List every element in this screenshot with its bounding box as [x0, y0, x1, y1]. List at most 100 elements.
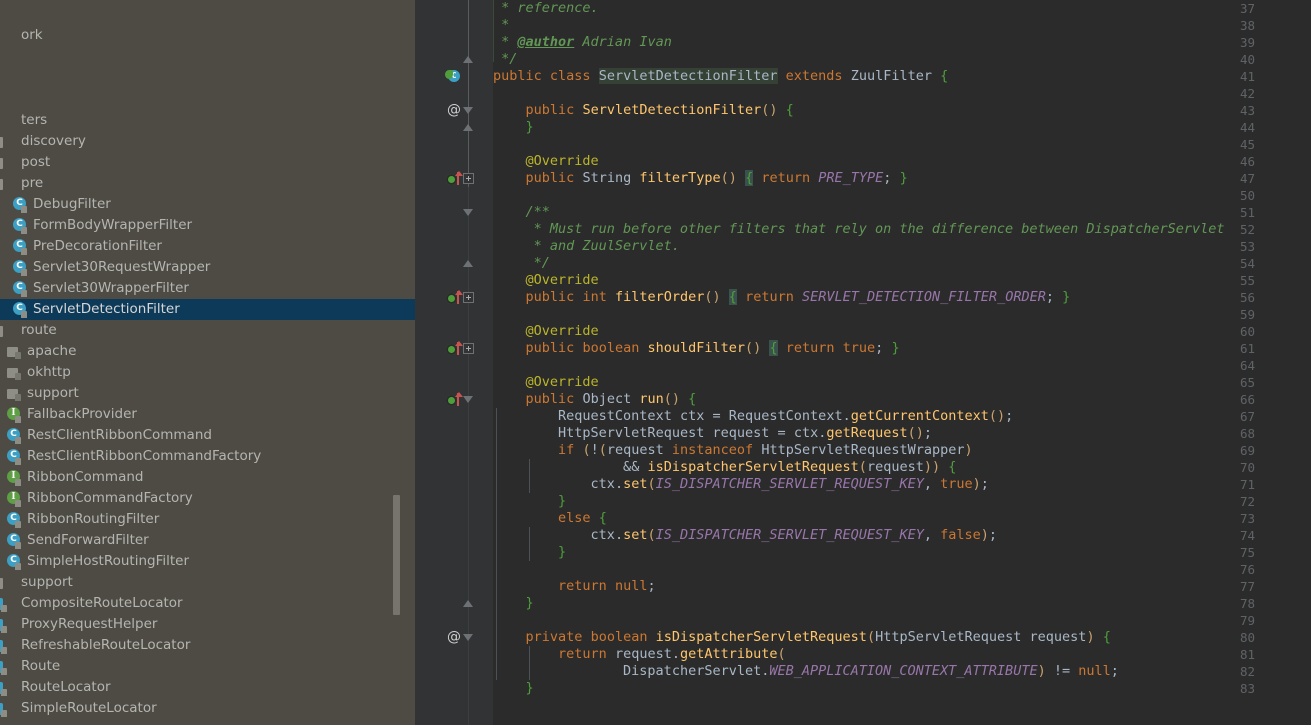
- tree-item[interactable]: DebugFilter: [0, 194, 415, 215]
- class-icon: [12, 259, 28, 276]
- tree-item[interactable]: discovery: [0, 131, 415, 152]
- code-line[interactable]: public Object run() {: [493, 391, 697, 408]
- tree-item[interactable]: pre: [0, 173, 415, 194]
- tree-item-label: ork: [21, 27, 43, 43]
- class-icon: [12, 238, 28, 255]
- tree-item[interactable]: ters: [0, 110, 415, 131]
- tree-item[interactable]: CompositeRouteLocator: [0, 593, 415, 614]
- code-line[interactable]: private boolean isDispatcherServletReque…: [493, 629, 1111, 646]
- class-icon: [6, 511, 22, 528]
- tree-item[interactable]: RibbonCommandFactory: [0, 488, 415, 509]
- tree-item[interactable]: okhttp: [0, 362, 415, 383]
- code-line[interactable]: else {: [493, 510, 607, 527]
- code-line[interactable]: * @author Adrian Ivan: [493, 34, 672, 51]
- tree-item[interactable]: RibbonRoutingFilter: [0, 509, 415, 530]
- line-number: 68: [1239, 426, 1255, 441]
- sidebar-scrollbar-thumb[interactable]: [393, 495, 400, 615]
- fold-cap-down-icon[interactable]: [463, 396, 474, 404]
- project-tree-panel[interactable]: ork ters discovery post pre DebugFilter FormBo…: [0, 0, 415, 725]
- fold-cap-down-icon[interactable]: [463, 634, 474, 642]
- code-line[interactable]: }: [493, 595, 534, 612]
- tree-item[interactable]: PreDecorationFilter: [0, 236, 415, 257]
- tree-item[interactable]: ork: [0, 25, 415, 46]
- code-line[interactable]: * and ZuulServlet.: [493, 238, 680, 255]
- code-line[interactable]: }: [493, 119, 534, 136]
- code-line[interactable]: public ServletDetectionFilter() {: [493, 102, 794, 119]
- fold-expand-icon[interactable]: [463, 343, 474, 354]
- tree-item[interactable]: ServletDetectionFilter: [0, 299, 415, 320]
- tree-item[interactable]: SendForwardFilter: [0, 530, 415, 551]
- tree-item[interactable]: RibbonCommand: [0, 467, 415, 488]
- tree-item[interactable]: Servlet30WrapperFilter: [0, 278, 415, 299]
- fold-cap-down-icon[interactable]: [463, 107, 474, 115]
- code-line[interactable]: @Override: [493, 323, 599, 340]
- code-line[interactable]: */: [493, 255, 550, 272]
- clip-icon: [0, 596, 16, 612]
- line-number: 74: [1239, 528, 1255, 543]
- clip-icon: [0, 680, 16, 696]
- tree-item[interactable]: support: [0, 383, 415, 404]
- sidebar-scrollbar-track[interactable]: [393, 0, 408, 725]
- clip-icon: [0, 659, 16, 675]
- code-line[interactable]: RequestContext ctx = RequestContext.getC…: [493, 408, 1013, 425]
- line-number: 80: [1239, 630, 1255, 645]
- tree-item[interactable]: SimpleRouteLocator: [0, 698, 415, 719]
- code-line[interactable]: public String filterType() { return PRE_…: [493, 170, 908, 187]
- code-line[interactable]: public int filterOrder() { return SERVLE…: [493, 289, 1070, 306]
- fold-cap-up-icon[interactable]: [463, 124, 474, 132]
- tree-item[interactable]: SimpleHostRoutingFilter: [0, 551, 415, 572]
- fold-cap-up-icon[interactable]: [463, 260, 474, 268]
- code-line[interactable]: return request.getAttribute(: [493, 646, 786, 663]
- code-line[interactable]: */: [493, 51, 517, 68]
- fold-expand-icon[interactable]: [463, 173, 474, 184]
- tree-item[interactable]: FormBodyWrapperFilter: [0, 215, 415, 236]
- code-line[interactable]: && isDispatcherServletRequest(request)) …: [493, 459, 956, 476]
- tree-item[interactable]: route: [0, 320, 415, 341]
- class-icon: [12, 301, 28, 318]
- tree-item-label: post: [21, 154, 51, 170]
- tree-item-label: Route: [21, 658, 61, 674]
- tree-item[interactable]: post: [0, 152, 415, 173]
- code-line[interactable]: @Override: [493, 272, 599, 289]
- tree-item[interactable]: Servlet30RequestWrapper: [0, 257, 415, 278]
- code-line[interactable]: *: [493, 17, 509, 34]
- annotation-marker-icon[interactable]: [445, 102, 461, 119]
- clip-icon: [0, 701, 16, 717]
- fold-expand-icon[interactable]: [463, 292, 474, 303]
- code-line[interactable]: }: [493, 544, 566, 561]
- fold-cap-down-icon[interactable]: [463, 209, 474, 217]
- tree-item[interactable]: support: [0, 572, 415, 593]
- tree-item[interactable]: apache: [0, 341, 415, 362]
- tree-item[interactable]: RouteLocator: [0, 677, 415, 698]
- tree-item[interactable]: RefreshableRouteLocator: [0, 635, 415, 656]
- code-line[interactable]: /**: [493, 204, 550, 221]
- fold-cap-up-icon[interactable]: [463, 600, 474, 608]
- code-line[interactable]: }: [493, 493, 566, 510]
- tree-item[interactable]: ProxyRequestHelper: [0, 614, 415, 635]
- code-line[interactable]: ctx.set(IS_DISPATCHER_SERVLET_REQUEST_KE…: [493, 527, 997, 544]
- code-editor-panel[interactable]: 37 38 39 40 41 42 43 44 45 46 47 50 51 52 53 54 55 56 59 60…: [415, 0, 1311, 725]
- tree-item-label: Servlet30WrapperFilter: [33, 280, 189, 296]
- code-line[interactable]: @Override: [493, 153, 599, 170]
- tree-item[interactable]: RestClientRibbonCommand: [0, 425, 415, 446]
- code-line[interactable]: ctx.set(IS_DISPATCHER_SERVLET_REQUEST_KE…: [493, 476, 989, 493]
- tree-item-label: support: [27, 385, 79, 401]
- fold-cap-up-icon[interactable]: [463, 56, 474, 64]
- code-line[interactable]: @Override: [493, 374, 599, 391]
- line-number: 83: [1239, 681, 1255, 696]
- code-line[interactable]: public boolean shouldFilter() { return t…: [493, 340, 900, 357]
- class-run-marker-icon[interactable]: [445, 69, 461, 85]
- code-line[interactable]: * Must run before other filters that rel…: [493, 221, 1225, 238]
- code-line[interactable]: return null;: [493, 578, 656, 595]
- code-line[interactable]: if (!(request instanceof HttpServletRequ…: [493, 442, 973, 459]
- tree-item[interactable]: FallbackProvider: [0, 404, 415, 425]
- code-line[interactable]: * reference.: [493, 0, 599, 17]
- tree-item[interactable]: Route: [0, 656, 415, 677]
- code-line[interactable]: HttpServletRequest request = ctx.getRequ…: [493, 425, 932, 442]
- code-line[interactable]: }: [493, 680, 534, 697]
- code-line[interactable]: public class ServletDetectionFilter exte…: [493, 68, 948, 85]
- annotation-marker-icon[interactable]: [445, 629, 461, 646]
- code-line[interactable]: DispatcherServlet.WEB_APPLICATION_CONTEX…: [493, 663, 1119, 680]
- line-number: 47: [1239, 171, 1255, 186]
- tree-item[interactable]: RestClientRibbonCommandFactory: [0, 446, 415, 467]
